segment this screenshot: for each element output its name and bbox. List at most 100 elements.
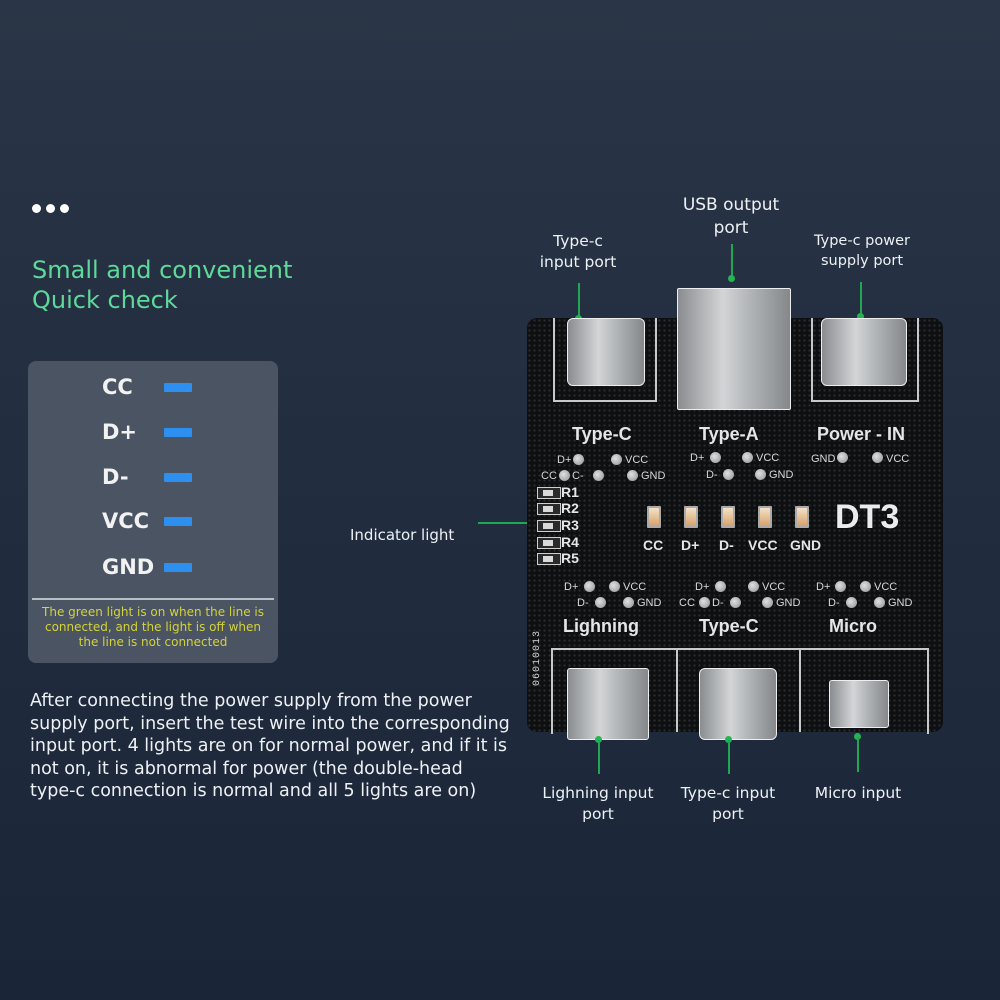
callout-line: supply port <box>820 253 904 269</box>
test-pad <box>559 470 570 481</box>
callout-line: Type-c power <box>814 233 910 249</box>
test-pad <box>742 452 753 463</box>
led-label: GND <box>790 537 822 553</box>
test-pad <box>627 470 638 481</box>
pad-label: D+ <box>695 581 710 593</box>
pad-label: GND <box>641 470 666 482</box>
description-text: After connecting the power supply from t… <box>30 691 510 801</box>
pad-label: GND <box>776 597 801 609</box>
legend-color-bar <box>164 516 192 526</box>
led-label: CC <box>643 537 664 553</box>
callout-leader-line <box>857 737 859 772</box>
test-pad <box>611 454 622 465</box>
silk-divider <box>676 648 678 732</box>
test-pad <box>593 470 604 481</box>
pad-label: GND <box>769 469 794 481</box>
resistor-r1 <box>537 487 561 499</box>
pad-label: D+ <box>564 581 579 593</box>
headline-line-2: Quick check <box>32 286 178 314</box>
test-pad <box>715 581 726 592</box>
legend-item-gnd: GND <box>102 555 192 579</box>
callout-line: port <box>713 218 749 238</box>
test-pad <box>623 597 634 608</box>
legend-color-bar <box>164 382 192 392</box>
callout-lightning-input: Lighning input port <box>532 783 664 825</box>
callout-indicator-light: Indicator light <box>350 526 455 544</box>
resistor-r4 <box>537 537 561 549</box>
led-label: D- <box>719 537 734 553</box>
legend-note: The green light is on when the line is c… <box>42 605 264 649</box>
pad-label: VCC <box>625 454 649 466</box>
pad-label: GND <box>637 597 662 609</box>
test-pad <box>595 597 606 608</box>
legend-color-bar <box>164 562 192 572</box>
lightning-connector <box>567 668 649 740</box>
test-pad <box>874 597 885 608</box>
legend-item-vcc: VCC <box>102 509 192 533</box>
pad-label: GND <box>888 597 913 609</box>
test-pad <box>872 452 883 463</box>
led-label: D+ <box>681 537 700 553</box>
test-pad <box>699 597 710 608</box>
led-label: VCC <box>748 537 778 553</box>
test-pad <box>584 581 595 592</box>
pad-label: VCC <box>762 581 786 593</box>
ellipsis-icon <box>32 204 69 213</box>
callout-line: Type-c <box>553 232 603 250</box>
pad-label: D- <box>577 597 589 609</box>
callout-leader-line <box>598 740 600 774</box>
legend-item-dplus: D+ <box>102 420 192 444</box>
legend-label: D+ <box>102 420 138 444</box>
callout-leader-line <box>731 244 733 278</box>
legend-label: D- <box>102 465 129 489</box>
section-title-type-c-bottom: Type-C <box>699 616 759 636</box>
pad-label: D+ <box>690 452 705 464</box>
pad-label: GND <box>811 453 836 465</box>
pad-label: CC <box>541 470 557 482</box>
legend-color-bar <box>164 427 192 437</box>
led-vcc <box>758 506 772 528</box>
resistor-label: R3 <box>561 517 579 533</box>
type-c-input-connector <box>567 318 645 386</box>
legend-label: VCC <box>102 509 150 533</box>
pad-label: D- <box>828 597 840 609</box>
test-pad <box>837 452 848 463</box>
silk-divider <box>799 648 801 732</box>
resistor-r2 <box>537 503 561 515</box>
resistor-label: R2 <box>561 500 579 516</box>
pad-label: D- <box>712 597 724 609</box>
headline-line-1: Small and convenient <box>32 256 293 284</box>
type-c-input-connector-bottom <box>699 668 777 740</box>
pad-label: D+ <box>557 454 572 466</box>
test-pad <box>835 581 846 592</box>
test-pad <box>573 454 584 465</box>
callout-type-c-power: Type-c power supply port <box>795 231 929 271</box>
callout-line: Type-c input <box>680 784 776 802</box>
test-pad <box>730 597 741 608</box>
section-title-type-a: Type-A <box>699 424 759 444</box>
callout-usb-output: USB output port <box>665 194 797 240</box>
callout-line: input port <box>539 253 617 271</box>
callout-line: Lighning input <box>542 784 654 802</box>
legend-card: CC D+ D- VCC GND The green light is on w… <box>28 361 278 663</box>
pad-label: VCC <box>623 581 647 593</box>
test-pad <box>710 452 721 463</box>
test-pad <box>723 469 734 480</box>
pad-label: VCC <box>874 581 898 593</box>
led-dplus <box>684 506 698 528</box>
pad-label: CC <box>679 597 695 609</box>
legend-label: GND <box>102 555 155 579</box>
callout-line: USB output <box>682 195 780 215</box>
pad-label: VCC <box>886 453 910 465</box>
resistor-label: R1 <box>561 484 579 500</box>
resistor-label: R5 <box>561 550 579 566</box>
resistor-r5 <box>537 553 561 565</box>
section-title-lightning: Lighning <box>563 616 639 636</box>
test-pad <box>609 581 620 592</box>
micro-usb-connector <box>829 680 889 728</box>
pad-label: D+ <box>816 581 831 593</box>
callout-leader-line <box>478 522 528 524</box>
test-pad <box>860 581 871 592</box>
test-pad <box>748 581 759 592</box>
pad-label: C- <box>572 470 584 482</box>
